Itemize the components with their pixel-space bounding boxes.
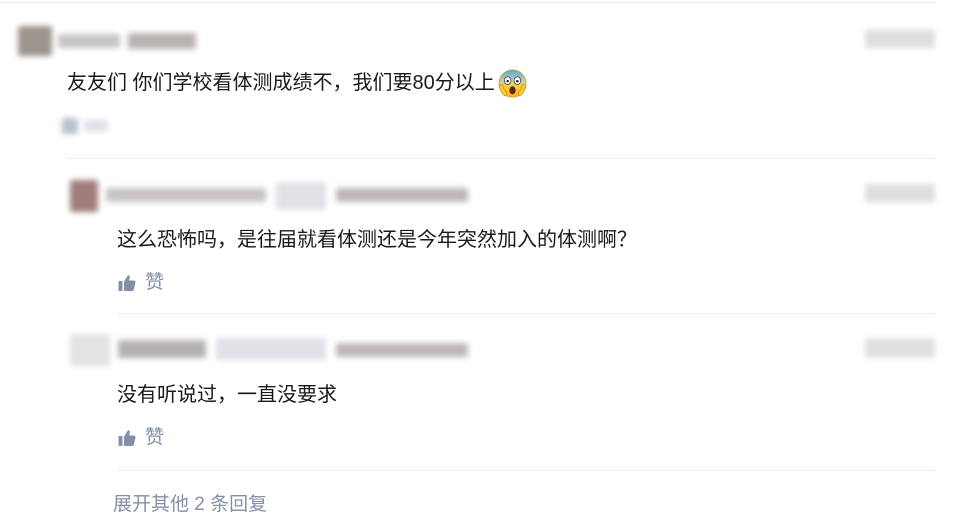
thumbs-up-icon xyxy=(118,275,136,291)
reply-1-like-button[interactable]: 赞 xyxy=(117,271,164,295)
reply-2-like-label: 赞 xyxy=(145,427,165,448)
reply-2-badge-blurred xyxy=(216,338,326,360)
reply-1-text: 这么恐怖吗，是往届就看体测还是今年突然加入的体测啊？ xyxy=(117,229,637,251)
reply-2-like-button[interactable]: 赞 xyxy=(117,426,164,450)
reply-2-text: 没有听说过，一直没要求 xyxy=(117,384,337,406)
reply-1-timestamp-blurred xyxy=(865,184,935,202)
main-comment-like-blurred[interactable] xyxy=(62,118,78,134)
reply-2-timestamp-blurred xyxy=(865,339,935,357)
reply-2-avatar-blurred[interactable] xyxy=(70,334,110,366)
comment-divider xyxy=(67,158,935,159)
thumbs-up-icon xyxy=(118,430,136,446)
commenter-avatar-blurred[interactable] xyxy=(18,26,52,56)
main-comment-body: 友友们 你们学校看体测成绩不，我们要80分以上 xyxy=(67,72,495,94)
reply-2-name-blurred[interactable] xyxy=(118,340,206,358)
main-comment-text: 友友们 你们学校看体测成绩不，我们要80分以上 xyxy=(67,70,495,96)
reply-1-avatar-blurred[interactable] xyxy=(70,180,98,212)
reply-2-target-name-blurred[interactable] xyxy=(336,343,468,357)
commenter-meta-blurred xyxy=(128,33,196,49)
main-comment-like-count-blurred xyxy=(84,120,108,132)
reply-1-target-name-blurred[interactable] xyxy=(336,188,468,202)
reply-1-like-label: 赞 xyxy=(145,272,165,293)
face-screaming-in-fear-emoji-icon xyxy=(498,69,527,98)
top-divider xyxy=(0,2,935,3)
expand-more-replies-link[interactable]: 展开其他 2 条回复 xyxy=(113,492,267,518)
comment-thread: 友友们 你们学校看体测成绩不，我们要80分以上 这么恐怖吗，是往届就看体测还是今… xyxy=(0,0,955,518)
commenter-name-blurred[interactable] xyxy=(58,34,120,48)
reply-1-badge-blurred xyxy=(276,182,326,210)
reply-1-name-blurred[interactable] xyxy=(106,188,266,202)
comment-timestamp-blurred xyxy=(865,30,935,48)
reply-divider-2 xyxy=(117,470,935,471)
reply-divider-1 xyxy=(117,313,935,314)
